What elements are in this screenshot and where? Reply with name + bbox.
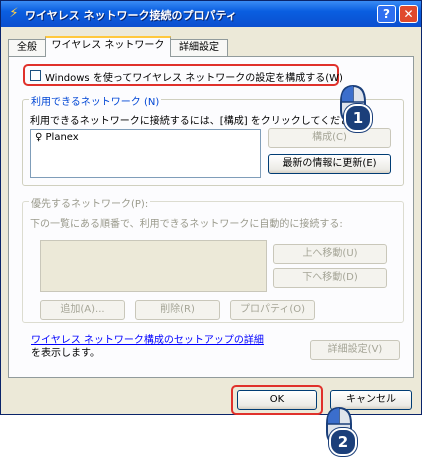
properties-dialog: ⚡ ワイヤレス ネットワーク接続のプロパティ ? ✕ 全般 ワイヤレス ネットワ… [0,0,422,415]
advanced-settings-button[interactable]: 詳細設定(V) [310,340,400,360]
tab-general[interactable]: 全般 [8,39,46,56]
list-item[interactable]: ♀ Planex [35,132,79,143]
remove-button[interactable]: 削除(R) [135,300,220,320]
use-windows-checkbox-row[interactable]: Windows を使ってワイヤレス ネットワークの設定を構成する(W) [23,64,343,86]
setup-details-link-suffix: を表示します。 [31,348,100,359]
configure-button[interactable]: 構成(C) [268,128,391,148]
add-button[interactable]: 追加(A)... [40,300,125,320]
preferred-networks-description: 下の一覧にある順番で、利用できるネットワークに自動的に接続する: [30,219,343,230]
step-2-badge: 2 [329,428,357,456]
use-windows-checkbox-label: Windows を使ってワイヤレス ネットワークの設定を構成する(W) [45,73,343,84]
available-networks-description: 利用できるネットワークに接続するには、[構成] をクリックしてください [30,116,358,127]
preferred-networks-title: 優先するネットワーク(P): [29,195,151,210]
preferred-networks-list[interactable] [40,240,267,292]
ok-button[interactable]: OK [237,390,317,410]
close-button[interactable]: ✕ [399,5,418,23]
help-button[interactable]: ? [377,5,396,23]
refresh-button[interactable]: 最新の情報に更新(E) [268,154,391,174]
available-networks-title: 利用できるネットワーク (N) [29,93,162,108]
tab-wireless-networks[interactable]: ワイヤレス ネットワーク [45,36,171,57]
step-1-badge: 1 [344,104,372,132]
use-windows-checkbox[interactable] [30,70,41,81]
network-name: Planex [45,132,79,143]
properties-button[interactable]: プロパティ(O) [230,300,315,320]
title-bar: ⚡ ワイヤレス ネットワーク接続のプロパティ ? ✕ [1,1,421,27]
window-title: ワイヤレス ネットワーク接続のプロパティ [25,9,237,22]
tab-advanced[interactable]: 詳細設定 [170,39,228,56]
move-up-button[interactable]: 上へ移動(U) [273,244,387,264]
network-connection-icon: ⚡ [9,6,19,21]
available-networks-list[interactable]: ♀ Planex [30,129,261,178]
antenna-icon: ♀ [35,132,43,143]
move-down-button[interactable]: 下へ移動(D) [273,268,387,288]
